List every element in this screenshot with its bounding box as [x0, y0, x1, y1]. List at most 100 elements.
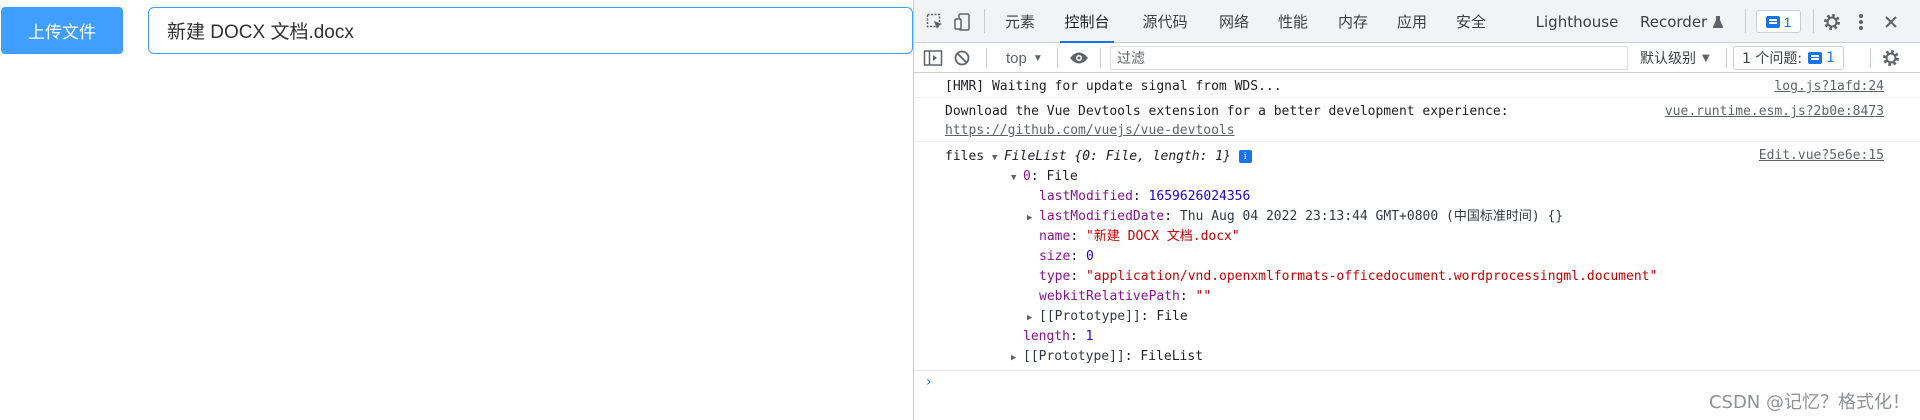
- expand-triangle-icon[interactable]: ▶: [1011, 348, 1023, 368]
- prop-key: lastModified: [1039, 189, 1133, 204]
- issues-label: 1 个问题:: [1742, 51, 1803, 67]
- tree-prop[interactable]: ▶ [[Prototype]]: File: [1027, 307, 1188, 327]
- devtools-tabbar: 元素 控制台 源代码 网络 性能 内存 应用 安全 Lighthouse Rec…: [914, 0, 1920, 43]
- tabbar-divider: [984, 9, 985, 33]
- tab-network[interactable]: 网络: [1213, 0, 1255, 43]
- prop-key: [[Prototype]]: [1039, 309, 1141, 324]
- console-message-link[interactable]: https://github.com/vuejs/vue-devtools: [945, 123, 1235, 138]
- prop-value: File: [1046, 169, 1078, 184]
- gear-icon[interactable]: [1880, 47, 1902, 69]
- tab-lighthouse[interactable]: Lighthouse: [1531, 0, 1623, 43]
- log-level-select[interactable]: 默认级别 ▼: [1640, 43, 1710, 73]
- prop-value: Thu Aug 04 2022 23:13:44 GMT+0800 (中国标准时…: [1179, 209, 1564, 224]
- filter-input[interactable]: 过滤: [1110, 46, 1628, 70]
- tree-prop: name: "新建 DOCX 文档.docx": [1039, 229, 1240, 244]
- log-label: files: [945, 149, 985, 164]
- tree-prop: lastModified: 1659626024356: [1039, 189, 1251, 204]
- prop-value: File: [1156, 309, 1188, 324]
- upload-file-button[interactable]: 上传文件: [1, 7, 123, 54]
- file-name-input[interactable]: 新建 DOCX 文档.docx: [148, 7, 913, 54]
- prop-key: type: [1039, 269, 1071, 284]
- console-message: Edit.vue?5e6e:15 files ▼ FileList {0: Fil…: [914, 142, 1920, 370]
- tree-prop: type: "application/vnd.openxmlformats-of…: [1039, 269, 1658, 284]
- tree-prop: size: 0: [1039, 249, 1094, 264]
- toolbar-divider: [1870, 48, 1871, 68]
- context-value: top: [1006, 49, 1027, 67]
- toolbar-divider: [1726, 48, 1727, 68]
- clear-icon[interactable]: [951, 47, 973, 69]
- prop-key: size: [1039, 249, 1071, 264]
- console-output: [HMR] Waiting for update signal from WDS…: [914, 73, 1920, 420]
- expand-triangle-icon[interactable]: ▶: [1027, 208, 1039, 228]
- prop-value: FileList: [1140, 349, 1204, 364]
- tree-node-0[interactable]: ▼ 0: File: [1011, 167, 1078, 187]
- tree-prop[interactable]: ▶ [[Prototype]]: FileList: [1011, 347, 1203, 367]
- tree-prop: webkitRelativePath: "": [1039, 289, 1212, 304]
- prop-value: 1: [1085, 329, 1094, 344]
- console-source-link[interactable]: vue.runtime.esm.js?2b0e:8473: [1665, 104, 1884, 119]
- tab-memory[interactable]: 内存: [1332, 0, 1374, 43]
- tab-sources[interactable]: 源代码: [1135, 0, 1195, 43]
- filelist-summary: FileList {0: File, length: 1}: [1003, 149, 1231, 164]
- prop-value: 1659626024356: [1148, 189, 1251, 204]
- message-icon: [1765, 15, 1780, 28]
- issues-badge[interactable]: 1: [1756, 10, 1801, 33]
- console-message-text: Download the Vue Devtools extension for …: [945, 104, 1509, 119]
- prop-value: "": [1195, 289, 1212, 304]
- tab-security[interactable]: 安全: [1450, 0, 1492, 43]
- prop-key: [[Prototype]]: [1023, 349, 1125, 364]
- prop-value: 0: [1085, 249, 1094, 264]
- console-source-link[interactable]: Edit.vue?5e6e:15: [1759, 148, 1884, 163]
- tabbar-divider: [1813, 9, 1814, 33]
- issues-button[interactable]: 1 个问题: 1: [1733, 46, 1844, 70]
- log-level-value: 默认级别: [1640, 51, 1696, 67]
- inspect-icon[interactable]: [924, 11, 946, 33]
- tabbar-divider: [1745, 9, 1746, 33]
- devtools-panel: 元素 控制台 源代码 网络 性能 内存 应用 安全 Lighthouse Rec…: [913, 0, 1920, 420]
- watermark: CSDN @记忆？格式化！: [1708, 392, 1910, 413]
- tab-application[interactable]: 应用: [1391, 0, 1433, 43]
- console-toolbar: top ▼ 过滤 默认级别 ▼ 1 个问题: 1: [914, 43, 1920, 73]
- prompt-chevron-icon: ›: [926, 374, 932, 390]
- eye-icon[interactable]: [1068, 47, 1090, 69]
- caret-down-icon: ▼: [1702, 52, 1710, 64]
- issues-badge-count: 1: [1783, 13, 1792, 30]
- tab-console[interactable]: 控制台: [1060, 0, 1114, 43]
- console-message: [HMR] Waiting for update signal from WDS…: [914, 73, 1920, 98]
- tree-prop: length: 1: [1023, 329, 1094, 344]
- object-tree-root[interactable]: files ▼ FileList {0: File, length: 1} i: [945, 147, 1252, 167]
- close-icon[interactable]: [1880, 11, 1902, 33]
- app-area: 上传文件 新建 DOCX 文档.docx: [0, 0, 913, 420]
- prop-key: name: [1039, 229, 1071, 244]
- prop-value: "application/vnd.openxmlformats-officedo…: [1085, 269, 1658, 284]
- caret-down-icon: ▼: [1032, 52, 1043, 64]
- expand-triangle-icon[interactable]: ▶: [1027, 308, 1039, 328]
- more-vert-icon[interactable]: [1850, 11, 1872, 33]
- gear-icon[interactable]: [1821, 11, 1843, 33]
- prop-key: 0: [1023, 169, 1031, 184]
- expand-triangle-icon[interactable]: ▼: [992, 148, 1004, 168]
- message-icon: [1808, 52, 1823, 64]
- console-message: Download the Vue Devtools extension for …: [914, 98, 1920, 142]
- tab-performance[interactable]: 性能: [1272, 0, 1314, 43]
- prop-key: lastModifiedDate: [1039, 209, 1165, 224]
- issues-count: 1: [1808, 50, 1835, 66]
- tab-recorder[interactable]: Recorder: [1640, 0, 1724, 43]
- tree-prop[interactable]: ▶ lastModifiedDate: Thu Aug 04 2022 23:13…: [1027, 207, 1563, 227]
- toolbar-divider: [1100, 48, 1101, 68]
- tab-recorder-label: Recorder: [1640, 12, 1708, 31]
- toolbar-divider: [1057, 48, 1058, 68]
- console-source-link[interactable]: log.js?1afd:24: [1774, 79, 1884, 94]
- sidebar-icon[interactable]: [922, 47, 944, 69]
- tab-elements[interactable]: 元素: [999, 0, 1041, 43]
- info-icon[interactable]: i: [1238, 150, 1252, 163]
- prop-key: webkitRelativePath: [1039, 289, 1180, 304]
- expand-triangle-icon[interactable]: ▼: [1011, 168, 1023, 188]
- issues-count-value: 1: [1826, 50, 1835, 66]
- prop-value: "新建 DOCX 文档.docx": [1085, 229, 1240, 244]
- context-select[interactable]: top ▼: [1006, 43, 1043, 73]
- console-message-text: [HMR] Waiting for update signal from WDS…: [945, 79, 1282, 94]
- toolbar-divider: [986, 48, 987, 68]
- device-icon[interactable]: [952, 11, 974, 33]
- flask-icon: [1712, 15, 1724, 29]
